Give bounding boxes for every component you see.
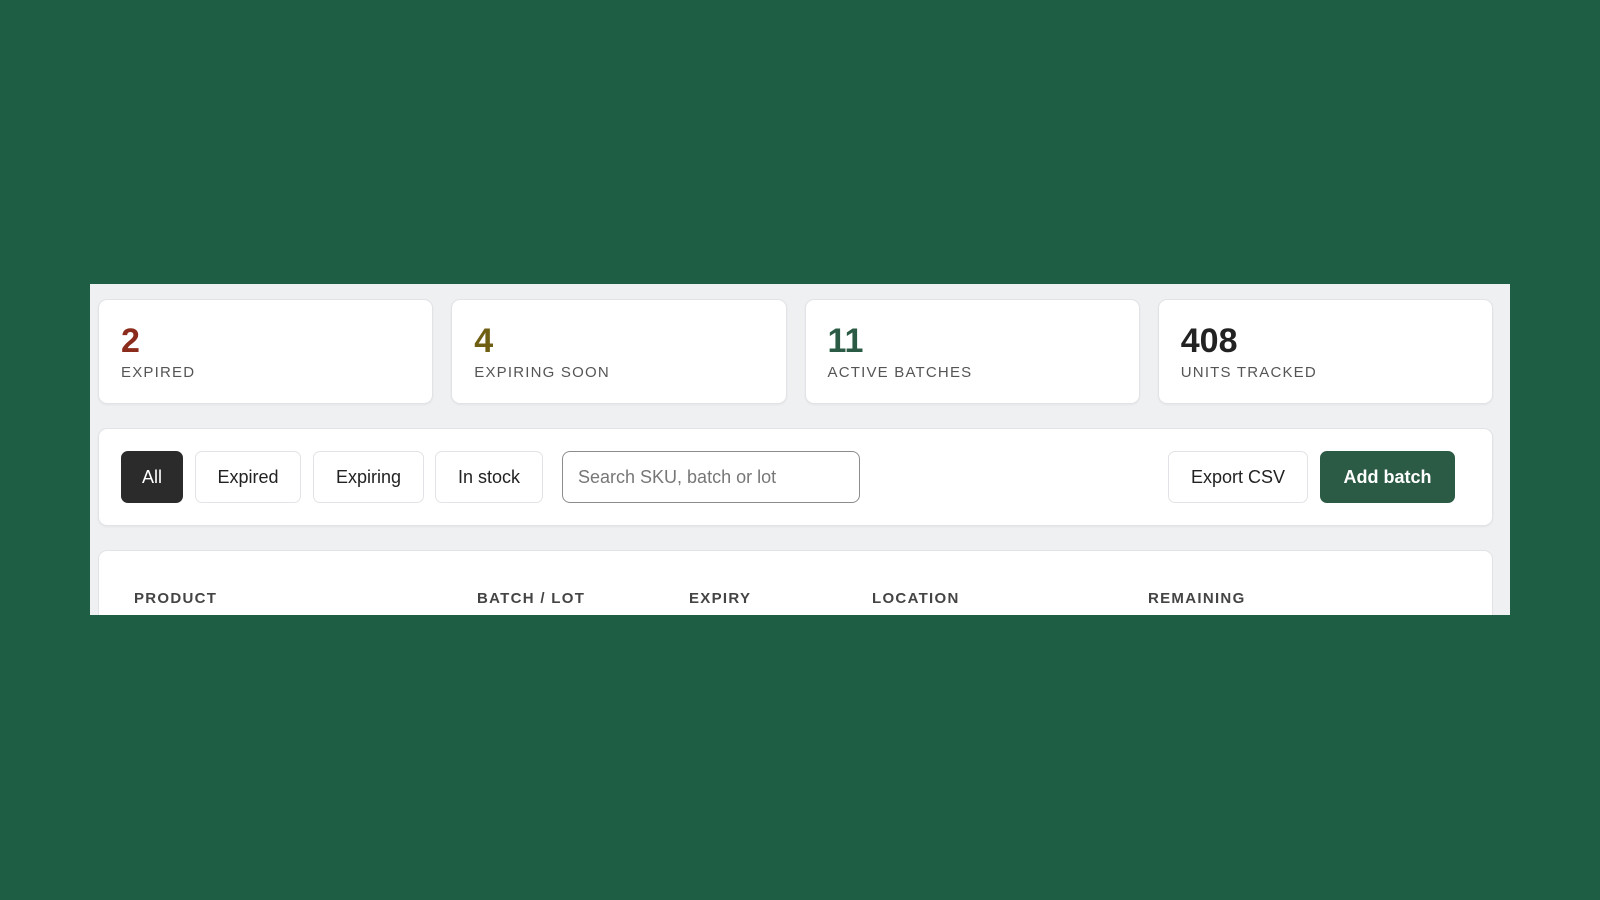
stat-card-active-batches: 11 ACTIVE BATCHES	[804, 299, 1140, 404]
column-header-product[interactable]: PRODUCT	[134, 590, 217, 607]
search-input[interactable]	[562, 451, 860, 503]
column-header-batch-lot[interactable]: BATCH / LOT	[477, 590, 585, 607]
filter-chip-expired[interactable]: Expired	[195, 451, 301, 503]
export-csv-button[interactable]: Export CSV	[1168, 451, 1308, 503]
stat-label-units-tracked: UNITS TRACKED	[1180, 364, 1317, 381]
stat-label-active-batches: ACTIVE BATCHES	[827, 364, 973, 381]
stat-card-units-tracked: 408 UNITS TRACKED	[1157, 299, 1493, 404]
stat-label-expired: EXPIRED	[121, 364, 196, 381]
batches-table: PRODUCT BATCH / LOT EXPIRY LOCATION REMA…	[98, 550, 1493, 615]
stat-value-expiring-soon: 4	[474, 322, 494, 360]
filter-chip-in-stock[interactable]: In stock	[435, 451, 543, 503]
inventory-panel: 2 EXPIRED 4 EXPIRING SOON 11 ACTIVE BATC…	[90, 284, 1510, 615]
stat-value-active-batches: 11	[827, 322, 864, 360]
column-header-remaining[interactable]: REMAINING	[1148, 590, 1246, 607]
column-header-expiry[interactable]: EXPIRY	[689, 590, 751, 607]
filter-toolbar: All Expired Expiring In stock Export CSV…	[98, 428, 1493, 526]
stat-label-expiring-soon: EXPIRING SOON	[474, 364, 610, 381]
stat-value-units-tracked: 408	[1180, 322, 1238, 360]
filter-chip-all[interactable]: All	[121, 451, 183, 503]
stat-value-expired: 2	[121, 322, 140, 360]
add-batch-button[interactable]: Add batch	[1320, 451, 1455, 503]
stat-card-expired: 2 EXPIRED	[98, 299, 434, 404]
stats-row: 2 EXPIRED 4 EXPIRING SOON 11 ACTIVE BATC…	[98, 299, 1493, 404]
column-header-location[interactable]: LOCATION	[872, 590, 960, 607]
filter-chip-expiring[interactable]: Expiring	[313, 451, 424, 503]
stat-card-expiring-soon: 4 EXPIRING SOON	[451, 299, 787, 404]
